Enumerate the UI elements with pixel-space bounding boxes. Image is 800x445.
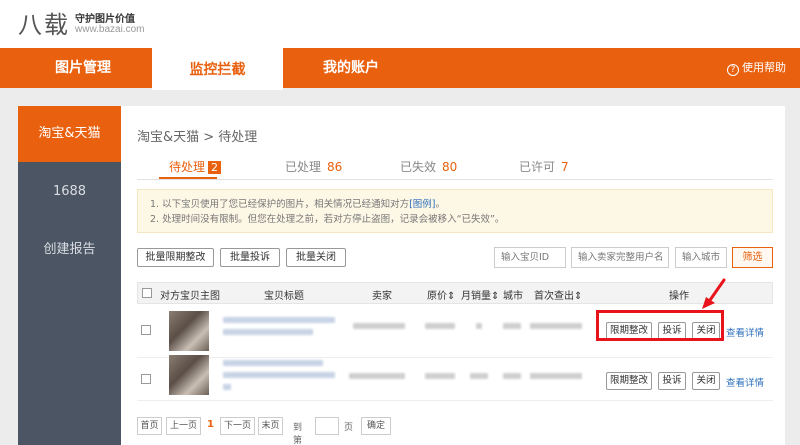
notice-line-1: 1. 以下宝贝使用了您已经保护的图片，相关情况已经通知对方[图例]。 (150, 197, 760, 212)
col-seller: 卖家 (372, 291, 392, 302)
close-button[interactable]: 关闭 (692, 372, 720, 390)
help-label: 使用帮助 (742, 61, 786, 74)
tab-count: 86 (327, 160, 343, 174)
product-thumbnail[interactable] (169, 311, 209, 351)
sort-icon: ⇕ (447, 291, 456, 302)
tab-label: 已许可 (519, 160, 556, 174)
col-label: 月销量 (461, 291, 491, 302)
legend-link[interactable]: [图例] (409, 199, 435, 210)
tab-label: 已处理 (285, 160, 322, 174)
bulk-close-button[interactable]: 批量关闭 (286, 248, 346, 267)
blurred-title[interactable] (223, 384, 231, 390)
prev-page-button[interactable]: 上一页 (166, 417, 201, 435)
tab-licensed[interactable]: 已许可 7 (519, 158, 569, 175)
main-panel: 淘宝&天猫 > 待处理 待处理 2 已处理 86 已失效 80 已许可 7 1. 以下宝… (121, 106, 785, 445)
status-tabs: 待处理 2 已处理 86 已失效 80 已许可 7 (137, 150, 773, 180)
blurred-sales (470, 373, 488, 379)
sidebar-item-taobao-tmall[interactable]: 淘宝&天猫 (18, 106, 121, 162)
blurred-price (425, 323, 455, 329)
table-row: 限期整改 投诉 关闭 查看详情 (137, 348, 773, 401)
seller-name-input[interactable] (571, 247, 669, 268)
col-title: 宝贝标题 (264, 291, 304, 302)
col-label: 原价 (427, 291, 447, 302)
table-header: 对方宝贝主图 宝贝标题 卖家 原价⇕ 月销量⇕ 城市 首次查出⇕ 操作 (137, 282, 773, 304)
col-label: 首次查出 (534, 291, 574, 302)
blurred-city (503, 323, 521, 329)
row-checkbox[interactable] (141, 374, 151, 384)
annotation-arrow-icon (702, 278, 726, 309)
tab-label: 已失效 (400, 160, 437, 174)
filter-button[interactable]: 筛选 (732, 247, 773, 268)
notice-text: 1. 以下宝贝使用了您已经保护的图片，相关情况已经通知对方 (150, 199, 410, 210)
product-thumbnail[interactable] (169, 355, 209, 395)
goto-label: 到第 (293, 423, 303, 445)
tab-processed[interactable]: 已处理 86 (285, 158, 342, 175)
col-first-found[interactable]: 首次查出⇕ (534, 287, 582, 302)
blurred-price (425, 373, 455, 379)
view-details-link[interactable]: 查看详情 (726, 375, 764, 389)
header: 八载 守护图片价值 www.bazai.com (0, 0, 800, 48)
complaint-button[interactable]: 投诉 (658, 372, 686, 390)
blurred-seller (349, 373, 405, 379)
help-link[interactable]: ? 使用帮助 (727, 48, 786, 88)
blurred-sales (476, 323, 482, 329)
sidebar: 淘宝&天猫 1688 创建报告 (18, 106, 121, 445)
city-input[interactable] (675, 247, 727, 268)
blurred-seller (353, 323, 405, 329)
go-button[interactable]: 确定 (361, 417, 391, 435)
row-checkbox[interactable] (141, 325, 151, 335)
notice-text: 。 (435, 199, 446, 210)
nav-monitoring[interactable]: 监控拦截 (152, 48, 283, 90)
notice-box: 1. 以下宝贝使用了您已经保护的图片，相关情况已经通知对方[图例]。 2. 处理… (137, 189, 773, 233)
tab-label: 待处理 (169, 160, 206, 174)
col-city: 城市 (503, 291, 523, 302)
item-id-input[interactable] (494, 247, 566, 268)
logo-url: www.bazai.com (75, 24, 145, 35)
deadline-button[interactable]: 限期整改 (606, 372, 652, 390)
page-number-input[interactable] (315, 417, 339, 435)
last-page-button[interactable]: 末页 (258, 417, 283, 435)
highlight-box (596, 310, 724, 341)
logo[interactable]: 八载 (18, 5, 70, 40)
page-unit-label: 页 (344, 423, 354, 433)
tab-pending[interactable]: 待处理 2 (169, 158, 222, 175)
sort-icon: ⇕ (574, 291, 583, 302)
nav-image-management[interactable]: 图片管理 (18, 48, 148, 88)
sort-icon: ⇕ (491, 291, 500, 302)
col-main-image: 对方宝贝主图 (160, 291, 220, 302)
sidebar-item-1688[interactable]: 1688 (18, 164, 121, 220)
breadcrumb: 淘宝&天猫 > 待处理 (137, 130, 258, 145)
help-icon: ? (727, 64, 739, 76)
tab-count: 7 (561, 160, 569, 174)
current-page: 1 (207, 419, 214, 430)
col-monthly-sales[interactable]: 月销量⇕ (461, 287, 499, 302)
col-actions: 操作 (669, 291, 689, 302)
blurred-title[interactable] (223, 360, 323, 366)
blurred-title[interactable] (223, 372, 335, 378)
main-nav: 图片管理 监控拦截 我的账户 ? 使用帮助 (0, 48, 800, 90)
sidebar-item-create-report[interactable]: 创建报告 (18, 222, 121, 278)
next-page-button[interactable]: 下一页 (220, 417, 255, 435)
bulk-deadline-button[interactable]: 批量限期整改 (137, 248, 214, 267)
view-details-link[interactable]: 查看详情 (726, 325, 764, 339)
logo-tagline: 守护图片价值 (75, 14, 135, 25)
tab-count: 80 (442, 160, 458, 174)
notice-line-2: 2. 处理时间没有限制。但您在处理之前，若对方停止盗图，记录会被移入“已失效”。 (150, 214, 505, 225)
blurred-title[interactable] (223, 329, 313, 335)
blurred-date (530, 323, 582, 329)
bulk-complaint-button[interactable]: 批量投诉 (220, 248, 280, 267)
blurred-date (530, 373, 582, 379)
first-page-button[interactable]: 首页 (137, 417, 162, 435)
col-price[interactable]: 原价⇕ (427, 287, 455, 302)
active-tab-indicator (159, 177, 217, 179)
nav-my-account[interactable]: 我的账户 (286, 48, 416, 88)
blurred-title[interactable] (223, 317, 335, 323)
tab-count: 2 (208, 161, 222, 174)
tab-expired[interactable]: 已失效 80 (400, 158, 457, 175)
blurred-city (503, 373, 521, 379)
select-all-checkbox[interactable] (142, 288, 152, 298)
